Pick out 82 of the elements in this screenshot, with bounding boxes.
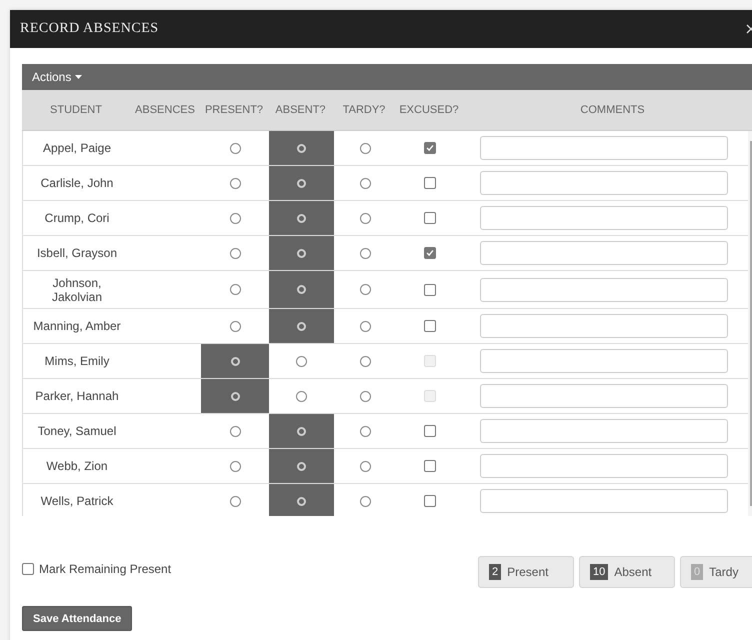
actions-menu[interactable]: Actions xyxy=(32,66,82,88)
save-button[interactable]: Save Attendance xyxy=(22,606,132,631)
comment-field[interactable] xyxy=(480,314,728,338)
comment-field[interactable] xyxy=(480,206,728,230)
excused-checkbox[interactable] xyxy=(424,460,436,472)
radio-button[interactable] xyxy=(360,284,370,295)
radio-button[interactable] xyxy=(230,178,240,188)
radio-button[interactable] xyxy=(360,142,370,154)
comment-field[interactable] xyxy=(480,349,728,373)
student-name: Toney, Samuel xyxy=(36,424,118,438)
radio-button[interactable] xyxy=(230,142,240,154)
comment-field[interactable] xyxy=(480,241,728,265)
checkbox-label: Mark Remaining Present xyxy=(39,562,172,576)
dialog-title: RECORD ABSENCES xyxy=(20,21,159,37)
excused-checkbox[interactable] xyxy=(424,425,436,437)
radio-button[interactable] xyxy=(297,462,306,470)
radio-button[interactable] xyxy=(360,426,370,436)
radio-button[interactable] xyxy=(230,426,240,436)
radio-button[interactable] xyxy=(297,178,306,188)
student-name: Mims, Emily xyxy=(44,354,110,368)
comment-field[interactable] xyxy=(480,454,728,478)
radio-button[interactable] xyxy=(360,460,370,472)
radio-button[interactable] xyxy=(230,284,240,295)
radio-button[interactable] xyxy=(296,390,307,402)
column-header: ABSENCES xyxy=(134,104,196,116)
excused-checkbox[interactable] xyxy=(424,142,436,154)
comment-field[interactable] xyxy=(480,384,728,408)
comment-field[interactable] xyxy=(480,489,728,513)
student-name: Appel, Paige xyxy=(42,141,112,155)
radio-button[interactable] xyxy=(230,496,240,506)
column-header: ABSENT? xyxy=(274,104,327,116)
radio-button[interactable] xyxy=(297,214,306,222)
radio-button[interactable] xyxy=(360,320,370,332)
total-label: Absent xyxy=(614,565,652,579)
student-name: Wells, Patrick xyxy=(40,494,114,508)
column-header: PRESENT? xyxy=(204,104,264,116)
excused-checkbox[interactable] xyxy=(424,212,436,224)
student-name: Manning, Amber xyxy=(32,319,122,333)
radio-button[interactable] xyxy=(360,212,370,224)
radio-button[interactable] xyxy=(360,248,370,258)
checkbox[interactable] xyxy=(22,563,34,575)
student-name: Webb, Zion xyxy=(45,459,109,473)
column-header: EXCUSED? xyxy=(398,104,460,116)
radio-button[interactable] xyxy=(360,390,370,402)
radio-button[interactable] xyxy=(296,356,307,366)
comment-field[interactable] xyxy=(480,171,728,195)
student-name: Parker, Hannah xyxy=(34,389,120,403)
excused-checkbox[interactable] xyxy=(424,247,436,259)
radio-button[interactable] xyxy=(360,496,370,506)
total-label: Tardy xyxy=(709,565,738,579)
radio-button[interactable] xyxy=(230,460,240,472)
column-header: TARDY? xyxy=(342,104,386,116)
radio-button[interactable] xyxy=(297,285,306,294)
radio-button[interactable] xyxy=(360,178,370,188)
radio-button[interactable] xyxy=(297,144,306,152)
excused-checkbox[interactable] xyxy=(424,495,436,507)
radio-button[interactable] xyxy=(230,248,240,258)
radio-button[interactable] xyxy=(297,322,306,330)
student-name: Johnson, Jakolvian xyxy=(50,276,104,304)
radio-button[interactable] xyxy=(297,248,306,258)
comment-field[interactable] xyxy=(480,136,728,160)
caret-icon xyxy=(75,75,82,79)
count-badge: 10 xyxy=(590,564,608,580)
excused-checkbox[interactable] xyxy=(424,284,436,296)
count-badge: 2 xyxy=(489,564,502,580)
student-name: Carlisle, John xyxy=(40,176,114,190)
radio-button[interactable] xyxy=(230,356,240,366)
comment-field[interactable] xyxy=(480,278,728,302)
column-header: STUDENT xyxy=(49,104,103,116)
column-header: COMMENTS xyxy=(579,104,646,116)
radio-button[interactable] xyxy=(230,212,240,224)
student-name: Crump, Cori xyxy=(44,211,110,225)
total-label: Present xyxy=(507,565,548,579)
comment-field[interactable] xyxy=(480,419,728,443)
radio-button[interactable] xyxy=(297,426,306,436)
student-name: Isbell, Grayson xyxy=(36,246,118,260)
radio-button[interactable] xyxy=(230,320,240,332)
excused-checkbox[interactable] xyxy=(424,320,436,332)
radio-button[interactable] xyxy=(360,356,370,366)
excused-checkbox[interactable] xyxy=(424,177,436,189)
radio-button[interactable] xyxy=(297,496,306,506)
radio-button[interactable] xyxy=(230,392,240,400)
